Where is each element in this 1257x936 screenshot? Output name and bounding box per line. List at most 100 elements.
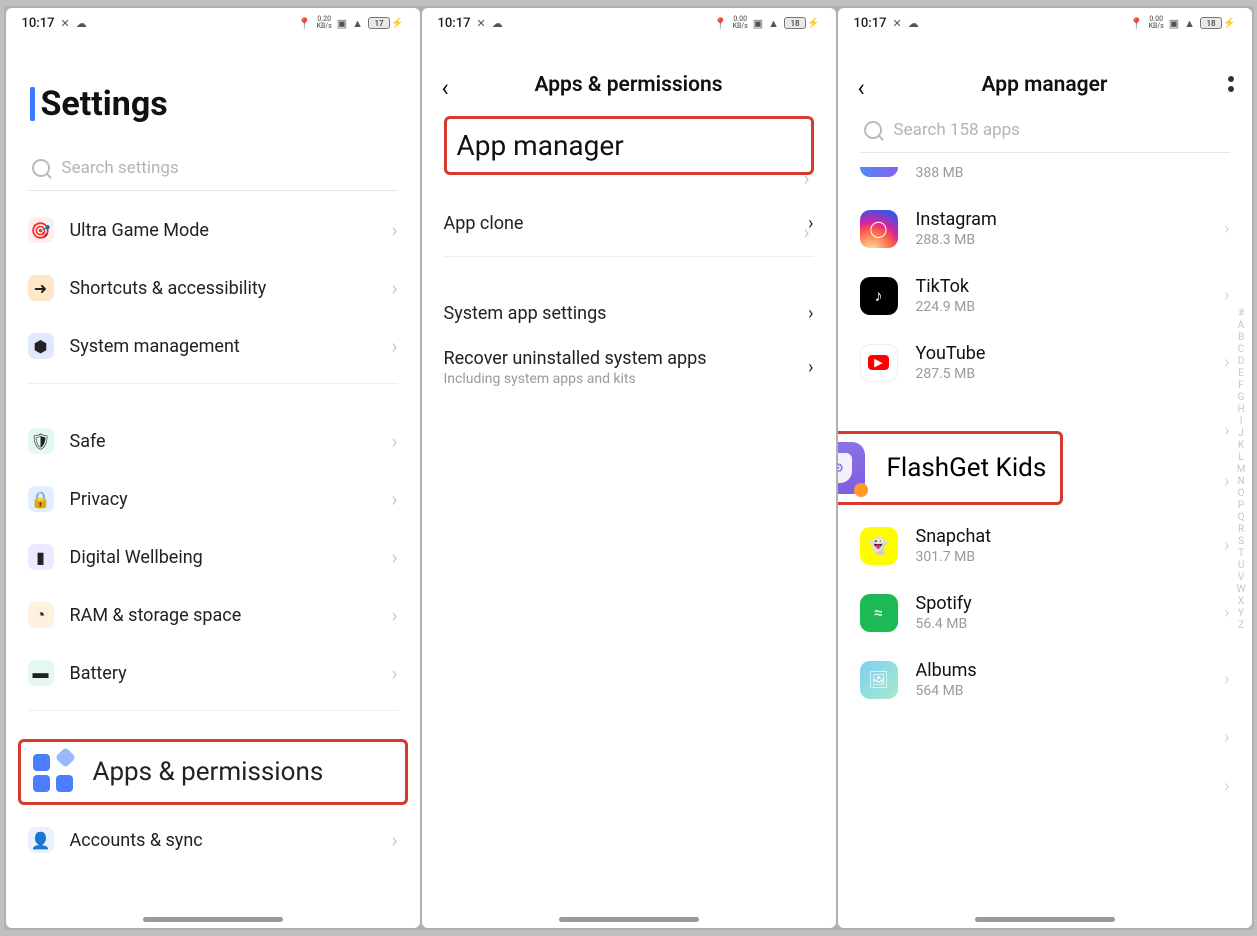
menu-item-app-clone[interactable]: App clone › xyxy=(422,199,836,248)
alpha-letter[interactable]: T xyxy=(1238,548,1244,559)
settings-item-label: Battery xyxy=(70,663,127,684)
back-button[interactable]: ‹ xyxy=(442,76,449,100)
battery-icon: ▬ xyxy=(28,660,54,686)
apps-icon xyxy=(31,750,75,794)
settings-item-accounts[interactable]: 👤Accounts & sync › xyxy=(6,805,420,869)
alpha-letter[interactable]: G xyxy=(1238,392,1245,403)
alpha-letter[interactable]: M xyxy=(1237,464,1246,475)
settings-item-apps-permissions-highlighted[interactable]: Apps & permissions xyxy=(18,739,408,805)
alpha-letter[interactable]: C xyxy=(1238,344,1245,355)
home-indicator[interactable] xyxy=(975,917,1115,922)
divider xyxy=(444,256,814,257)
back-button[interactable]: ‹ xyxy=(858,76,865,100)
alpha-letter[interactable]: W xyxy=(1237,584,1246,595)
flashget-kids-highlighted[interactable]: ⚙ FlashGet Kids xyxy=(838,431,1064,505)
settings-item-label: Accounts & sync xyxy=(70,830,203,851)
alpha-letter[interactable]: # xyxy=(1238,308,1244,319)
settings-item-system[interactable]: ⬢System management › xyxy=(6,317,420,375)
alpha-letter[interactable]: V xyxy=(1238,572,1244,583)
alpha-letter[interactable]: D xyxy=(1238,356,1245,367)
status-bar: 10:17 ✕ ☁ 📍 0.00KB/s ▣ ▲ 18⚡ xyxy=(422,8,836,38)
app-size: 388 MB xyxy=(916,165,964,181)
app-row-snapchat[interactable]: 👻 Snapchat 301.7 MB › xyxy=(838,512,1252,579)
app-manager-highlighted[interactable]: App manager xyxy=(444,116,814,175)
alpha-letter[interactable]: K xyxy=(1238,440,1244,451)
chevron-right-icon: › xyxy=(1224,352,1229,373)
search-icon xyxy=(32,159,50,177)
alpha-letter[interactable]: J xyxy=(1238,428,1244,439)
alpha-letter[interactable]: L xyxy=(1238,452,1243,463)
app-name: Snapchat xyxy=(916,526,992,547)
alpha-letter[interactable]: X xyxy=(1238,596,1244,607)
nfc-icon: ▣ xyxy=(337,17,347,30)
screen-app-manager: 10:17 ✕ ☁ 📍 0.00KB/s ▣ ▲ 18⚡ ‹ App manag… xyxy=(838,8,1252,928)
snapchat-icon: 👻 xyxy=(860,527,898,565)
alpha-letter[interactable]: Z xyxy=(1238,620,1244,631)
menu-item-system-app-settings[interactable]: System app settings › xyxy=(422,289,836,338)
search-input[interactable]: Search settings xyxy=(28,152,398,191)
app-size: 287.5 MB xyxy=(916,366,986,382)
app-row-empty1[interactable]: › xyxy=(838,713,1252,762)
settings-item-safe[interactable]: 🛡Safe › xyxy=(6,412,420,470)
app-row-empty2[interactable]: › xyxy=(838,762,1252,811)
status-time: 10:17 xyxy=(438,16,471,31)
alpha-letter[interactable]: Q xyxy=(1238,512,1245,523)
menu-item-recover-apps[interactable]: Recover uninstalled system apps Includin… xyxy=(422,338,836,397)
location-icon: 📍 xyxy=(714,17,728,30)
alpha-letter[interactable]: B xyxy=(1238,332,1244,343)
divider xyxy=(28,383,398,384)
chevron-right-icon: › xyxy=(803,220,809,244)
app-row-albums[interactable]: 🖼 Albums 564 MB › xyxy=(838,646,1252,713)
chevron-right-icon: › xyxy=(391,429,397,453)
chevron-right-icon: › xyxy=(808,303,813,324)
more-button[interactable] xyxy=(1228,76,1234,92)
alpha-letter[interactable]: A xyxy=(1238,320,1245,331)
app-row-instagram[interactable]: ◯ Instagram 288.3 MB › xyxy=(838,195,1252,262)
settings-item-label: Apps & permissions xyxy=(93,757,324,787)
chevron-right-icon: › xyxy=(391,545,397,569)
settings-item-label: Safe xyxy=(70,431,106,452)
header-bar: ‹ Apps & permissions xyxy=(422,38,836,102)
alpha-letter[interactable]: N xyxy=(1237,476,1244,487)
home-indicator[interactable] xyxy=(559,917,699,922)
alpha-letter[interactable]: U xyxy=(1238,560,1244,571)
status-time: 10:17 xyxy=(854,16,887,31)
divider xyxy=(28,710,398,711)
settings-item-privacy[interactable]: 🔒Privacy › xyxy=(6,470,420,528)
menu-item-label: Recover uninstalled system apps xyxy=(444,348,707,369)
settings-item-shortcuts[interactable]: ➜Shortcuts & accessibility › xyxy=(6,259,420,317)
app-row-spotify[interactable]: ≈ Spotify 56.4 MB › xyxy=(838,579,1252,646)
settings-item-wellbeing[interactable]: ▮Digital Wellbeing › xyxy=(6,528,420,586)
alpha-letter[interactable]: H xyxy=(1237,404,1244,415)
alpha-letter[interactable]: Y xyxy=(1238,608,1244,619)
chevron-right-icon: › xyxy=(1224,669,1229,690)
tools-icon: ✕ xyxy=(892,17,901,30)
alpha-index[interactable]: #ABCDEFGHIJKLMNOPQRSTUVWXYZ xyxy=(1237,308,1246,631)
menu-item-subtext: Including system apps and kits xyxy=(444,371,707,387)
person-icon: 👤 xyxy=(28,827,54,853)
net-speed: 0.00KB/s xyxy=(733,16,748,30)
alpha-letter[interactable]: I xyxy=(1240,416,1243,427)
alpha-letter[interactable]: E xyxy=(1238,368,1244,379)
settings-item-ram[interactable]: ◔RAM & storage space › xyxy=(6,586,420,644)
alpha-letter[interactable]: R xyxy=(1238,524,1244,535)
alpha-letter[interactable]: O xyxy=(1238,488,1245,499)
tools-icon: ✕ xyxy=(60,17,69,30)
youtube-icon: ▶ xyxy=(860,344,898,382)
app-name: YouTube xyxy=(916,343,986,364)
app-row-partial[interactable]: 388 MB xyxy=(838,163,1252,195)
alpha-letter[interactable]: P xyxy=(1238,500,1244,511)
alpha-letter[interactable]: S xyxy=(1238,536,1244,547)
settings-item-battery[interactable]: ▬Battery › xyxy=(6,644,420,702)
cloud-icon: ☁ xyxy=(908,17,919,30)
search-placeholder: Search settings xyxy=(62,158,179,178)
home-indicator[interactable] xyxy=(143,917,283,922)
settings-item-label: System management xyxy=(70,336,240,357)
app-row-youtube[interactable]: ▶ YouTube 287.5 MB › xyxy=(838,329,1252,396)
app-row-tiktok[interactable]: ♪ TikTok 224.9 MB › xyxy=(838,262,1252,329)
net-speed: 0.20KB/s xyxy=(317,16,332,30)
settings-item-ultra-game[interactable]: 🎯Ultra Game Mode › xyxy=(6,201,420,259)
search-input[interactable]: Search 158 apps xyxy=(860,114,1230,153)
three-panel-wrap: 10:17 ✕ ☁ 📍 0.20KB/s ▣ ▲ 17⚡ Settings Se… xyxy=(4,6,1254,930)
alpha-letter[interactable]: F xyxy=(1238,380,1244,391)
